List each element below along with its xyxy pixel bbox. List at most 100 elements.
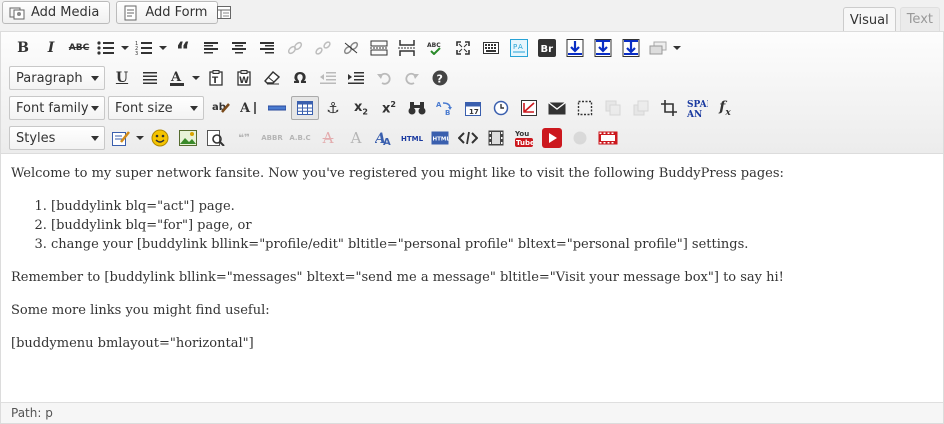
insert-date-button[interactable]: 17 [459, 96, 487, 120]
add-media-button[interactable]: Add Media [2, 1, 111, 24]
record-button[interactable] [566, 126, 594, 150]
paste-text-button[interactable]: T [202, 66, 230, 90]
spellcheck-button[interactable]: ABC [421, 36, 449, 60]
insert-between-button[interactable] [589, 36, 617, 60]
blockquote-button[interactable]: “ [169, 36, 197, 63]
abbr-button[interactable]: ABBR [258, 126, 286, 150]
element-path[interactable]: Path: p [11, 406, 53, 420]
align-left-button[interactable] [197, 36, 225, 60]
table-icon [297, 101, 313, 115]
html-block-button[interactable]: HTML [426, 126, 454, 150]
move-layer-button[interactable] [627, 96, 655, 120]
edit-style-button[interactable] [108, 126, 146, 150]
delete-text-button[interactable]: A [314, 126, 342, 150]
text-cursor-button[interactable]: A [235, 96, 263, 120]
add-form-button[interactable]: Add Form [116, 1, 219, 24]
code-button[interactable] [454, 126, 482, 150]
fullscreen-button[interactable] [449, 36, 477, 60]
table-form-icon[interactable] [217, 6, 231, 19]
preview-button[interactable] [202, 126, 230, 150]
slideshow-button[interactable] [594, 126, 622, 150]
reminder-paragraph: Remember to [buddylink bllink="messages"… [11, 270, 784, 285]
table-options-button[interactable] [645, 36, 683, 60]
text-color-icon: A [170, 70, 184, 86]
align-right-button[interactable] [253, 36, 281, 60]
clock-icon [493, 100, 509, 116]
outdent-button[interactable] [314, 66, 342, 90]
justify-button[interactable] [136, 66, 164, 90]
anchor-icon: ⚓ [326, 99, 340, 117]
visual-aid-button[interactable] [571, 96, 599, 120]
align-justify-icon [143, 72, 157, 84]
find-button[interactable] [403, 96, 431, 120]
replace-button[interactable]: AB [431, 96, 459, 120]
redo-button[interactable] [398, 66, 426, 90]
unlink-button[interactable] [309, 36, 337, 60]
numbered-list-button[interactable]: 123 [131, 36, 169, 60]
calendar-icon: 17 [465, 102, 481, 116]
insert-read-more-button[interactable] [337, 36, 365, 60]
editor-content[interactable]: Welcome to my super network fansite. Now… [1, 154, 943, 402]
toolbar-toggle-button[interactable] [477, 36, 505, 60]
email-button[interactable] [543, 96, 571, 120]
strikethrough-button[interactable]: ABC [65, 36, 93, 60]
insert-table-button[interactable] [291, 96, 319, 120]
insert-media-button[interactable] [482, 126, 510, 150]
crop-button[interactable] [655, 96, 683, 120]
svg-text:W: W [239, 76, 249, 86]
nonbreaking-button[interactable] [515, 96, 543, 120]
spellcheck-alt-button[interactable]: ab [207, 96, 235, 120]
acronym-button[interactable]: A.B.C [286, 126, 314, 150]
insert-text-button[interactable]: A [342, 126, 370, 150]
tab-text[interactable]: Text [899, 7, 940, 31]
tab-visual[interactable]: Visual [842, 7, 896, 32]
undo-button[interactable] [370, 66, 398, 90]
text-color-button[interactable]: A [164, 66, 202, 90]
subscript-button[interactable]: x2 [347, 96, 375, 120]
paste-word-button[interactable]: W [230, 66, 258, 90]
styles-select[interactable]: Styles [9, 126, 105, 150]
more-tag-icon [370, 40, 388, 56]
cite-button[interactable]: ❝❞ [230, 126, 258, 150]
insert-image-button[interactable] [174, 126, 202, 150]
arrow-down-bar-icon [566, 39, 584, 57]
insert-link-button[interactable] [281, 36, 309, 60]
font-family-select[interactable]: Font family [9, 96, 105, 120]
pa-button[interactable]: PA [505, 36, 533, 60]
horizontal-rule-button[interactable] [263, 96, 291, 120]
bold-button[interactable]: B [9, 36, 37, 60]
help-button[interactable]: ? [426, 66, 454, 90]
youtube-button[interactable]: You Tube [510, 126, 538, 150]
youtube-play-button[interactable] [538, 126, 566, 150]
formula-button[interactable]: fx [711, 96, 739, 120]
svg-text:17: 17 [469, 108, 479, 116]
indent-button[interactable] [342, 66, 370, 90]
insert-before-button[interactable] [561, 36, 589, 60]
clear-formatting-button[interactable] [258, 66, 286, 90]
bullet-list-button[interactable] [93, 36, 131, 60]
omega-icon: Ω [293, 69, 307, 87]
insert-time-button[interactable] [487, 96, 515, 120]
insert-after-button[interactable] [617, 36, 645, 60]
format-select[interactable]: Paragraph [9, 66, 105, 90]
font-size-select[interactable]: Font size [108, 96, 204, 120]
anchor-button[interactable]: ⚓ [319, 96, 347, 120]
attributes-button[interactable]: AA [370, 126, 398, 150]
align-center-button[interactable] [225, 36, 253, 60]
underline-button[interactable]: U [108, 66, 136, 90]
page-break-button[interactable] [393, 36, 421, 60]
media-buttons: Add Media Add Form [2, 1, 219, 24]
italic-button[interactable]: I [37, 36, 65, 60]
superscript-button[interactable]: x2 [375, 96, 403, 120]
acronym-icon: A.B.C [289, 134, 311, 142]
emoticons-button[interactable] [146, 126, 174, 150]
cite-icon: ❝❞ [238, 132, 250, 144]
menu-shortcode-paragraph: [buddymenu bmlayout="horizontal"] [11, 336, 254, 351]
more-tag-button[interactable] [365, 36, 393, 60]
special-character-button[interactable]: Ω [286, 66, 314, 90]
span-button[interactable]: SPANAN [683, 96, 711, 120]
insert-layer-button[interactable] [599, 96, 627, 120]
media-icon [9, 5, 25, 21]
html-source-button[interactable]: HTML [398, 126, 426, 150]
br-button[interactable]: Br [533, 36, 561, 60]
